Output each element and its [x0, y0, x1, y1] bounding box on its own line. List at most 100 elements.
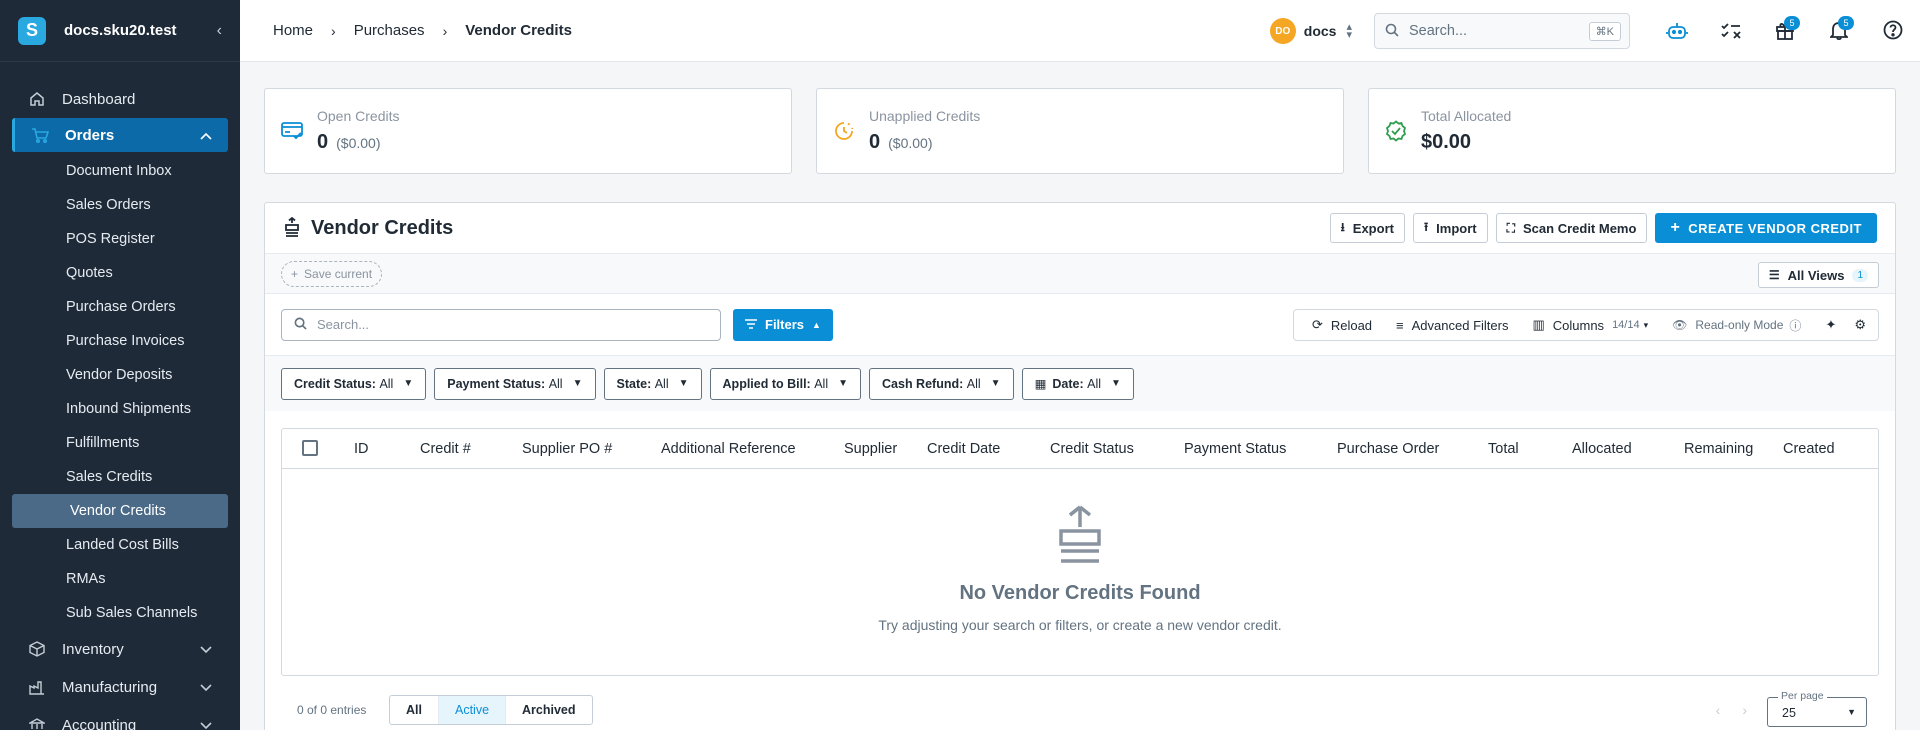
table-settings-button[interactable]: ⚙ [1848, 317, 1872, 333]
empty-vendor-credit-icon [1056, 505, 1104, 568]
sidebar-item-accounting[interactable]: Accounting [0, 706, 240, 730]
tab-archived[interactable]: Archived [506, 696, 592, 724]
filter-chip-credit-status[interactable]: Credit Status: All ▼ [281, 367, 427, 400]
sidebar-item-document-inbox[interactable]: Document Inbox [0, 154, 240, 188]
ai-assistant-button[interactable] [1650, 0, 1704, 62]
notifications-button[interactable]: 5 [1812, 0, 1866, 62]
filter-chips-row: Credit Status: All ▼ Payment Status: All ▼… [265, 355, 1895, 411]
chevron-down-icon[interactable] [200, 717, 212, 730]
filters-toggle-button[interactable]: Filters ▲ [733, 308, 833, 341]
sidebar-nav: Dashboard Orders Document Inbox Sales Or… [0, 62, 240, 730]
global-search-input[interactable]: Search... ⌘K [1374, 13, 1630, 49]
chevron-up-icon: ▲ [812, 319, 821, 330]
read-only-mode-toggle[interactable]: 👁 Read-only Mode ⓘ [1660, 317, 1813, 334]
advanced-filters-button[interactable]: ≡ Advanced Filters [1384, 318, 1520, 333]
account-switcher[interactable]: DO docs ▴ ▾ [1269, 18, 1352, 44]
stat-value: 0 ($0.00) [869, 131, 933, 153]
workspace-domain[interactable]: docs.sku20.test [64, 22, 217, 39]
sidebar-item-sub-sales-channels[interactable]: Sub Sales Channels [0, 596, 240, 630]
sidebar-item-quotes[interactable]: Quotes [0, 256, 240, 290]
sidebar-item-label: Accounting [62, 716, 137, 730]
column-header-credit-number[interactable]: Credit # [420, 441, 471, 457]
views-count-badge: 1 [1852, 268, 1868, 282]
archive-filter-tabs: All Active Archived [389, 695, 593, 725]
sidebar-item-rmas[interactable]: RMAs [0, 562, 240, 596]
filter-chip-applied-to-bill[interactable]: Applied to Bill: All ▼ [709, 367, 862, 400]
import-button[interactable]: ⭱ Import [1412, 213, 1488, 243]
tab-all[interactable]: All [390, 696, 439, 724]
chevron-left-icon[interactable]: ‹ [1716, 702, 1743, 718]
export-button[interactable]: ⭳ Export [1329, 213, 1405, 243]
sidebar-item-inventory[interactable]: Inventory [0, 630, 240, 668]
column-header-additional-reference[interactable]: Additional Reference [661, 441, 796, 457]
sidebar-item-vendor-credits[interactable]: Vendor Credits [12, 494, 228, 528]
reload-button[interactable]: ⟳ Reload [1300, 317, 1384, 333]
sidebar-item-purchase-orders[interactable]: Purchase Orders [0, 290, 240, 324]
column-header-credit-status[interactable]: Credit Status [1050, 441, 1134, 457]
column-header-allocated[interactable]: Allocated [1572, 441, 1632, 457]
sidebar-item-inbound-shipments[interactable]: Inbound Shipments [0, 392, 240, 426]
stat-label: Total Allocated [1421, 108, 1512, 124]
collapse-sidebar-icon[interactable]: ‹ [217, 22, 222, 40]
chevron-down-icon: ▼ [572, 378, 583, 389]
chevron-down-icon[interactable] [200, 641, 212, 658]
column-header-total[interactable]: Total [1488, 441, 1519, 457]
columns-button[interactable]: ▥ Columns 14/14 ▾ [1520, 317, 1660, 333]
chevron-up-icon[interactable] [200, 127, 212, 144]
all-views-button[interactable]: ☰ All Views 1 [1757, 262, 1879, 288]
sidebar-item-sales-credits[interactable]: Sales Credits [0, 460, 240, 494]
reload-icon: ⟳ [1311, 317, 1323, 332]
sidebar-header: S docs.sku20.test ‹ [0, 0, 240, 62]
tab-active[interactable]: Active [438, 696, 507, 724]
breadcrumb-purchases[interactable]: Purchases [354, 22, 425, 39]
vendor-credit-icon [283, 216, 301, 240]
tasks-button[interactable] [1704, 0, 1758, 62]
help-button[interactable] [1866, 0, 1920, 62]
filter-chip-payment-status[interactable]: Payment Status: All ▼ [434, 367, 596, 400]
scan-credit-memo-button[interactable]: ⛶ Scan Credit Memo [1495, 213, 1648, 243]
select-all-checkbox[interactable] [302, 440, 318, 456]
breadcrumb-home[interactable]: Home [273, 22, 313, 39]
column-header-payment-status[interactable]: Payment Status [1184, 441, 1286, 457]
robot-icon [1666, 20, 1688, 43]
create-vendor-credit-button[interactable]: + CREATE VENDOR CREDIT [1655, 213, 1877, 243]
sidebar-item-landed-cost-bills[interactable]: Landed Cost Bills [0, 528, 240, 562]
search-shortcut: ⌘K [1588, 21, 1621, 41]
ai-sparkle-button[interactable]: ✦ [1813, 317, 1848, 333]
chevron-down-icon[interactable] [200, 679, 212, 696]
column-header-credit-date[interactable]: Credit Date [927, 441, 1000, 457]
sidebar-item-purchase-invoices[interactable]: Purchase Invoices [0, 324, 240, 358]
table-search-input[interactable]: Search... [281, 308, 721, 341]
stat-label: Open Credits [317, 108, 400, 124]
sidebar-item-fulfillments[interactable]: Fulfillments [0, 426, 240, 460]
app-logo[interactable]: S [18, 16, 46, 45]
save-current-view-button[interactable]: + Save current [281, 260, 383, 287]
sidebar-item-vendor-deposits[interactable]: Vendor Deposits [0, 358, 240, 392]
gift-badge: 5 [1784, 16, 1800, 30]
sidebar-item-orders[interactable]: Orders [12, 118, 228, 152]
whats-new-button[interactable]: 5 [1758, 0, 1812, 62]
column-header-purchase-order[interactable]: Purchase Order [1337, 441, 1439, 457]
cube-icon [28, 640, 46, 658]
sidebar-item-sales-orders[interactable]: Sales Orders [0, 188, 240, 222]
stat-unapplied-credits: Unapplied Credits 0 ($0.00) [816, 88, 1344, 174]
column-header-id[interactable]: ID [354, 441, 369, 457]
filter-chip-cash-refund[interactable]: Cash Refund: All ▼ [869, 367, 1014, 400]
sidebar-item-dashboard[interactable]: Dashboard [0, 82, 240, 116]
filter-chip-date[interactable]: ▦ Date: All ▼ [1021, 367, 1134, 400]
column-header-supplier-po[interactable]: Supplier PO # [522, 441, 612, 457]
stat-open-credits: Open Credits 0 ($0.00) [264, 88, 792, 174]
vendor-credits-table: ID Credit # Supplier PO # Additional Ref… [281, 428, 1879, 676]
per-page-select[interactable]: Per page 25 ▼ [1767, 690, 1867, 727]
column-header-supplier[interactable]: Supplier [844, 441, 897, 457]
search-placeholder: Search... [1409, 23, 1468, 39]
sidebar-item-pos-register[interactable]: POS Register [0, 222, 240, 256]
column-header-created[interactable]: Created [1783, 441, 1835, 457]
chevron-right-icon[interactable]: › [1742, 702, 1769, 718]
sidebar-item-manufacturing[interactable]: Manufacturing [0, 668, 240, 706]
column-header-remaining[interactable]: Remaining [1684, 441, 1753, 457]
caret-down-icon: ▼ [1847, 707, 1856, 717]
filter-chip-state[interactable]: State: All ▼ [603, 367, 702, 400]
filter-icon: ≡ [1396, 317, 1404, 333]
table-footer: 0 of 0 entries All Active Archived ‹› Pe… [281, 685, 1879, 730]
